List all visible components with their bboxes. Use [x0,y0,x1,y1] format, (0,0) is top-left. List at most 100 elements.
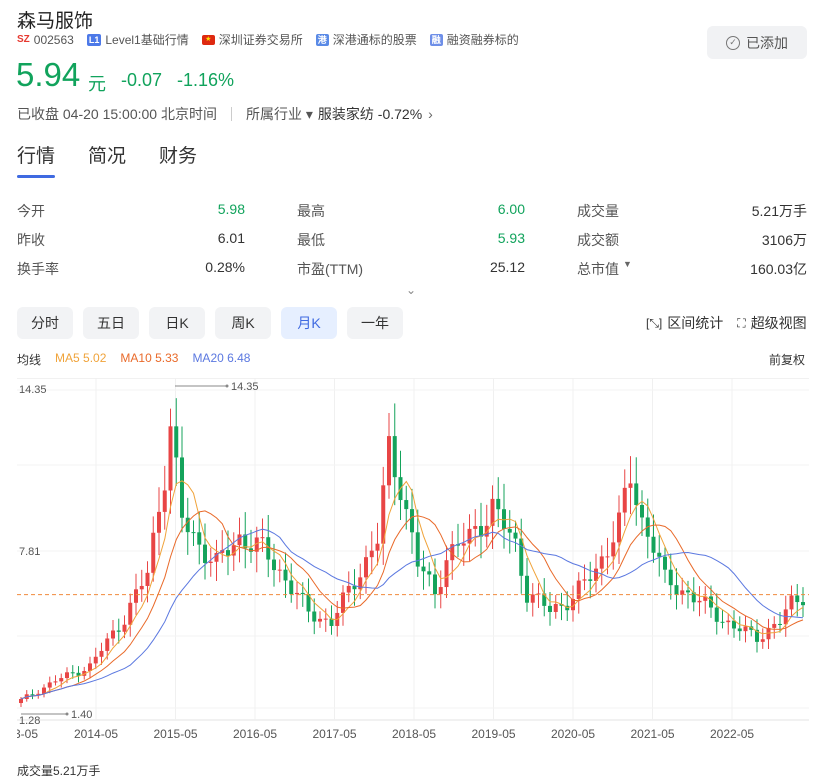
period-button-1[interactable]: 五日 [83,307,139,339]
x-tick-label: 2022-05 [710,727,754,741]
candle-body [277,569,282,571]
quote-value: 0.28% [205,258,245,275]
tab-profile[interactable]: 简况 [88,141,126,178]
candle-body [375,543,380,551]
quote-key: 换手率 [17,260,59,277]
ma-legend: 均线 MA5 5.02 MA10 5.33 MA20 6.48 [17,351,264,368]
x-tick-label: 2021-05 [631,727,675,741]
candle-body [427,571,432,575]
quote-cell: 最高 6.00 [297,201,577,221]
quote-cell[interactable]: 总市值 ▼ 160.03亿 [577,259,807,279]
candle-body [553,604,558,612]
quote-cell: 最低 5.93 [297,230,577,250]
candle-body [53,681,58,683]
stock-name: 森马服饰 [17,11,94,32]
candle-body [772,623,777,628]
tag-margin[interactable]: 融 融资融券标的 [429,31,519,48]
quote-cell: 市盈(TTM) 25.12 [297,259,577,279]
candle-body [605,556,610,558]
candle-body [47,682,52,688]
quote-row: 今开 5.98 最高 6.00 成交量 5.21万手 [17,196,807,225]
candle-body [588,579,593,581]
industry-selector[interactable]: 所属行业 ▾ [246,104,313,124]
period-button-0[interactable]: 分时 [17,307,73,339]
divider [230,107,232,121]
x-tick-label: 2017-05 [313,727,357,741]
candle-body [525,575,529,603]
level1-icon: L1 [86,33,102,46]
candle-body [295,592,299,595]
candle-body [191,532,196,534]
quote-cell: 成交额 3106万 [577,230,807,250]
quote-key: 总市值 [577,260,619,277]
candle-body [168,426,173,491]
tag-level1[interactable]: L1 Level1基础行情 [86,31,189,48]
candle-body [300,592,305,595]
candle-body [283,569,288,581]
quote-key: 成交量 [577,202,619,219]
candle-body [720,621,725,623]
industry-link[interactable]: 服装家纺 -0.72% [318,104,422,124]
candle-body [714,607,719,622]
quote-key: 市盈(TTM) [297,260,364,277]
candle-body [502,509,506,529]
period-button-2[interactable]: 日K [149,307,205,339]
candle-body [438,587,443,595]
added-watchlist-button[interactable]: ✓ 已添加 [707,26,807,59]
x-tick-label: 2015-05 [154,727,198,741]
tab-quote[interactable]: 行情 [17,141,56,178]
period-button-5[interactable]: 一年 [347,307,403,339]
caret-down-icon[interactable]: ▼ [623,259,632,279]
candle-body [157,511,161,533]
chevron-right-icon[interactable]: › [428,106,433,122]
range-stats-button[interactable]: [⤡] 区间统计 [646,313,723,333]
candle-body [323,618,328,620]
tag-exchange[interactable]: ★ 深圳证券交易所 [201,31,303,48]
candle-body [634,483,639,505]
quote-row: 换手率 0.28% 市盈(TTM) 25.12 总市值 ▼ 160.03亿 [17,254,807,283]
candle-body [548,605,552,612]
candle-body [59,678,64,682]
candle-body [197,532,202,545]
range-bracket-icon: [⤡] [646,315,663,330]
volume-label: 成交量5.21万手 [17,764,101,778]
ma5-value: MA5 5.02 [55,351,107,365]
candle-body [542,593,547,606]
candle-body [513,532,518,539]
quote-row: 昨收 6.01 最低 5.93 成交额 3106万 [17,225,807,254]
quote-grid: 今开 5.98 最高 6.00 成交量 5.21万手 昨收 6.01 最低 5.93 成交额 3106… [17,196,807,283]
candle-body [640,504,644,518]
candle-body [617,512,621,543]
period-button-4[interactable]: 月K [281,307,337,339]
candle-body [467,528,472,544]
candle-body [122,624,127,632]
tab-finance[interactable]: 财务 [159,141,197,178]
y-tick-label: 1.28 [19,715,40,727]
candle-body [657,552,662,557]
candle-body [174,426,179,458]
candle-body [726,620,731,623]
quote-value: 6.00 [497,200,525,217]
candle-body [433,574,437,595]
candle-body [312,611,317,622]
stock-code: 002563 [33,32,74,47]
price-unit: 元 [88,74,106,94]
period-button-3[interactable]: 周K [215,307,271,339]
kline-chart[interactable]: 3-05 2014-05 2015-05 2016-05 2017-05 2018-05 2… [17,378,809,758]
candle-body [369,550,374,558]
quote-key: 最高 [297,202,325,219]
super-view-button[interactable]: ⛶ 超级视图 [737,313,806,333]
candle-body [260,537,265,539]
candle-body [111,630,115,639]
adjust-mode-toggle[interactable]: 前复权 [769,351,805,368]
tag-hk-connect[interactable]: 港 深港通标的股票 [315,31,417,48]
candle-body [628,483,633,488]
quote-value: 5.21万手 [751,202,807,219]
candle-body [272,559,276,571]
candle-body [139,585,144,590]
current-price: 5.94 [16,56,81,93]
expand-chevron-icon[interactable]: ⌄ [404,283,418,297]
tag-label: Level1基础行情 [105,33,189,47]
candle-body [737,628,742,632]
candle-body [519,538,524,576]
